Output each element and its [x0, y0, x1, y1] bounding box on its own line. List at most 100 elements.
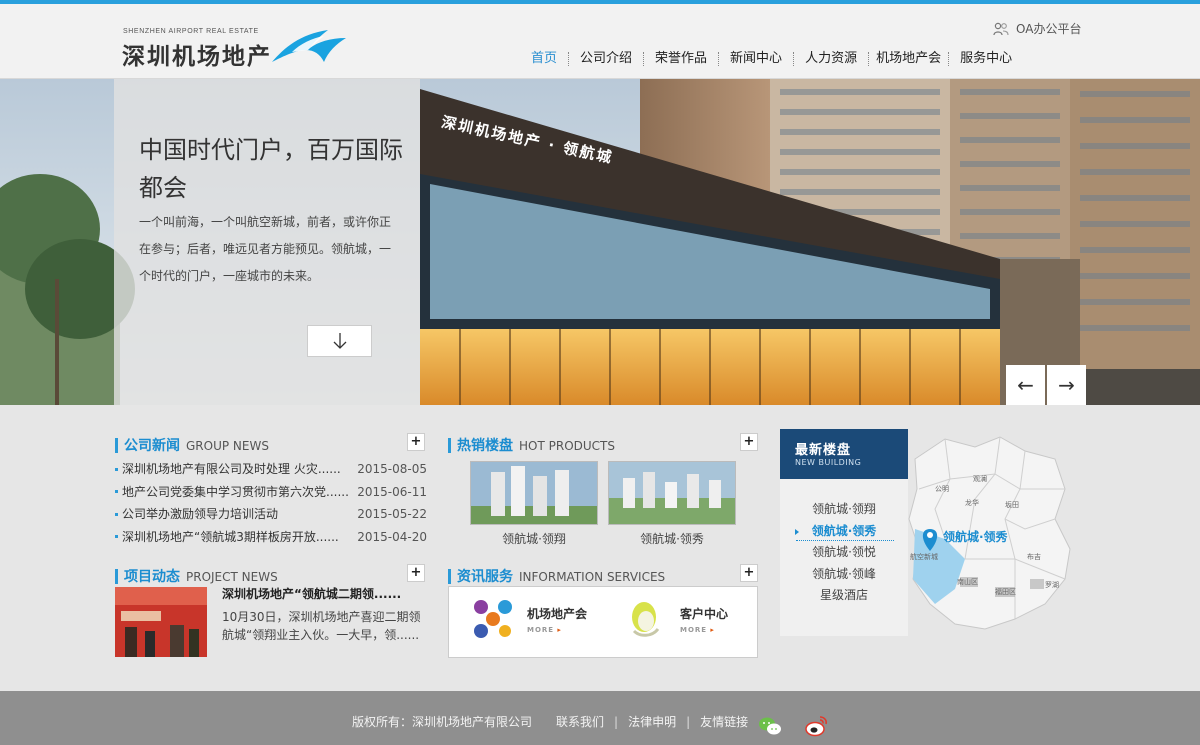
nav-item-works[interactable]: 荣誉作品 [644, 48, 718, 70]
hero-banner: 深圳机场地产 · 领航城 中国时代门户，百万国际都会 一个叫前海，一个叫航空新城… [0, 79, 1200, 405]
hot-product-image [470, 461, 598, 525]
next-slide-button[interactable]: → [1047, 365, 1086, 405]
list-item[interactable]: 领航城·领峰 [780, 564, 908, 586]
footer-divider: | [614, 714, 619, 729]
more-arrow-icon: ▸ [710, 625, 715, 634]
list-item[interactable]: 星级酒店 [780, 585, 908, 607]
nav-item-club[interactable]: 机场地产会 [869, 48, 948, 70]
bullet-icon [115, 467, 118, 471]
project-news-subtitle: PROJECT NEWS [186, 570, 278, 584]
map-district-label: 坂田 [1005, 500, 1019, 509]
nav-item-service[interactable]: 服务中心 [949, 48, 1023, 70]
airport-club-label: 机场地产会 [527, 606, 588, 621]
map-district-label: 观澜 [973, 474, 987, 483]
news-title: 深圳机场地产“领航城3期样板房开放...... [122, 529, 339, 544]
info-services-heading: 资讯服务 INFORMATION SERVICES [448, 566, 665, 586]
content-area: 公司新闻 GROUP NEWS + 深圳机场地产有限公司及时处理 火灾.....… [0, 405, 1200, 691]
customer-center-label: 客户中心 [680, 606, 729, 621]
map-pin-label[interactable]: 领航城·领秀 [943, 528, 1008, 545]
header: SHENZHEN AIRPORT REAL ESTATE 深圳机场地产 OA办公… [0, 4, 1200, 79]
footer-link-friends[interactable]: 友情链接 [700, 713, 748, 730]
company-news-list: 深圳机场地产有限公司及时处理 火灾...... 2015-08-05 地产公司党… [115, 458, 427, 548]
footer: 版权所有：深圳机场地产有限公司 联系我们 | 法律申明 | 友情链接 [0, 691, 1200, 745]
users-icon [993, 22, 1009, 35]
weibo-icon[interactable] [804, 715, 828, 737]
heading-bar [448, 437, 451, 453]
hero-title: 中国时代门户，百万国际都会 [139, 136, 403, 202]
hot-product-card[interactable]: 领航城·领秀 [608, 461, 736, 547]
more-link[interactable]: MORE ▸ [680, 626, 728, 634]
project-news-title: 项目动态 [124, 569, 180, 585]
hero-text-panel: 中国时代门户，百万国际都会 一个叫前海，一个叫航空新城，前者，或许你正在参与；后… [114, 79, 420, 405]
info-services-more-button[interactable]: + [740, 564, 758, 582]
list-item[interactable]: 领航城·领悦 [780, 542, 908, 564]
oa-platform-label: OA办公平台 [1016, 22, 1082, 36]
heading-bar [115, 437, 118, 453]
map-district-label: 航空新城 [910, 552, 938, 561]
list-item[interactable]: 领航城·领翔 [780, 499, 908, 521]
logo-english: SHENZHEN AIRPORT REAL ESTATE [123, 28, 259, 35]
hero-description: 一个叫前海，一个叫航空新城，前者，或许你正在参与；后者，唯远见者方能预见。领航城… [139, 215, 392, 283]
hot-products-more-button[interactable]: + [740, 433, 758, 451]
footer-links: 版权所有：深圳机场地产有限公司 联系我们 | 法律申明 | 友情链接 [352, 713, 748, 730]
more-text: MORE [527, 625, 555, 634]
footer-divider: | [686, 714, 691, 729]
company-news-heading: 公司新闻 GROUP NEWS [115, 435, 269, 455]
nav-item-hr[interactable]: 人力资源 [794, 48, 868, 70]
more-arrow-icon: ▸ [557, 625, 562, 634]
bullet-icon [115, 490, 118, 494]
bullet-icon [115, 535, 118, 539]
nav-item-home[interactable]: 首页 [520, 48, 568, 70]
list-item[interactable]: 深圳机场地产有限公司及时处理 火灾...... 2015-08-05 [115, 458, 427, 481]
wechat-icon[interactable] [758, 715, 782, 737]
news-date: 2015-06-11 [357, 484, 427, 499]
more-text: MORE [680, 625, 708, 634]
main-nav: 首页 公司介绍 荣誉作品 新闻中心 人力资源 机场地产会 服务中心 [520, 48, 1023, 70]
project-news-headline[interactable]: 深圳机场地产“领航城二期领...... [222, 585, 401, 602]
new-building-list: 领航城·领翔 领航城·领秀 领航城·领悦 领航城·领峰 星级酒店 [780, 499, 908, 607]
footer-link-contact[interactable]: 联系我们 [556, 713, 604, 730]
news-title: 公司举办激励领导力培训活动 [122, 507, 279, 521]
copyright-text: 版权所有：深圳机场地产有限公司 [352, 715, 533, 729]
footer-link-legal[interactable]: 法律申明 [628, 713, 676, 730]
hot-products-title: 热销楼盘 [457, 438, 513, 454]
info-services-subtitle: INFORMATION SERVICES [519, 570, 666, 584]
hot-product-card[interactable]: 领航城·领翔 [470, 461, 598, 547]
scroll-down-button[interactable] [307, 325, 372, 357]
new-building-panel: 最新楼盘 NEW BUILDING 领航城·领翔 领航城·领秀 领航城·领悦 领… [780, 429, 908, 636]
hot-products-heading: 热销楼盘 HOT PRODUCTS [448, 435, 615, 455]
list-item[interactable]: 公司举办激励领导力培训活动 2015-05-22 [115, 503, 427, 526]
news-title: 深圳机场地产有限公司及时处理 火灾...... [122, 462, 341, 476]
more-link[interactable]: MORE ▸ [527, 626, 587, 634]
logo-wing-icon[interactable] [270, 28, 348, 64]
heading-bar [115, 568, 118, 584]
map-district-label: 南山区 [957, 577, 978, 586]
news-title: 地产公司党委集中学习贯彻市第六次党...... [122, 484, 349, 499]
map-district-label: 布吉 [1027, 552, 1041, 561]
prev-slide-button[interactable]: ← [1006, 365, 1045, 405]
map-district-label: 公明 [935, 485, 949, 493]
company-news-more-button[interactable]: + [407, 433, 425, 451]
oa-platform-link[interactable]: OA办公平台 [993, 20, 1081, 37]
map-district-label: 罗湖 [1045, 580, 1059, 589]
hot-product-name: 领航城·领秀 [640, 532, 704, 546]
arrow-down-icon [333, 333, 346, 349]
info-services-box: 机场地产会 MORE ▸ 客户中心 MORE ▸ [448, 586, 758, 658]
company-news-subtitle: GROUP NEWS [186, 439, 269, 453]
customer-center-link[interactable]: 客户中心 MORE ▸ [624, 597, 728, 641]
project-news-image[interactable] [115, 587, 207, 657]
nav-item-company[interactable]: 公司介绍 [569, 48, 643, 70]
bullet-icon [115, 512, 118, 516]
news-date: 2015-04-20 [357, 529, 427, 544]
map-district-label: 福田区 [995, 587, 1016, 596]
info-services-title: 资讯服务 [457, 569, 513, 585]
customer-service-icon [632, 602, 660, 637]
airport-club-link[interactable]: 机场地产会 MORE ▸ [471, 597, 587, 641]
project-news-more-button[interactable]: + [407, 564, 425, 582]
nav-item-news[interactable]: 新闻中心 [719, 48, 793, 70]
logo-chinese[interactable]: 深圳机场地产 [122, 37, 272, 71]
list-item[interactable]: 地产公司党委集中学习贯彻市第六次党...... 2015-06-11 [115, 481, 427, 504]
project-news-description: 10月30日，深圳机场地产喜迎二期领航城“领翔业主入伙。一大早，领...... [222, 610, 421, 642]
list-item[interactable]: 深圳机场地产“领航城3期样板房开放...... 2015-04-20 [115, 526, 427, 549]
list-item[interactable]: 领航城·领秀 [780, 521, 908, 543]
